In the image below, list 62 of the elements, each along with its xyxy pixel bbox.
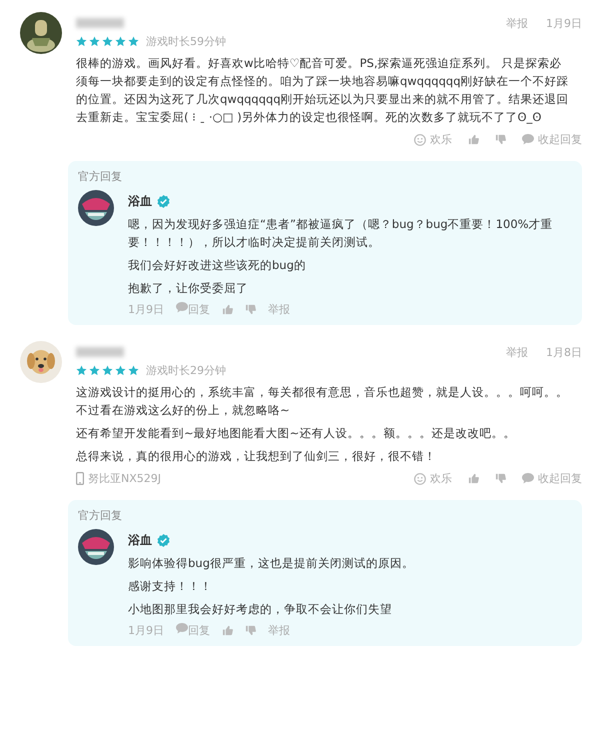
star-icon — [102, 365, 113, 376]
report-link[interactable]: 举报 — [506, 16, 528, 31]
speech-bubble-icon — [522, 134, 534, 145]
review-date: 1月9日 — [546, 16, 582, 31]
device-label: 努比亚NX529J — [88, 471, 162, 486]
section-label: 官方回复 — [78, 169, 123, 184]
star-icon — [115, 365, 126, 376]
review-text: 这游戏设计的挺用心的，系统丰富，每关都很有意思，音乐也超赞，就是人设。。。呵呵。。不过看在游戏这么好的份上，就忽略咯~ — [76, 384, 569, 419]
thumbs-down-icon[interactable] — [245, 625, 256, 636]
thumbs-down-icon[interactable] — [495, 134, 506, 145]
reply-link[interactable]: 回复 — [188, 302, 210, 317]
reply-link[interactable]: 回复 — [188, 623, 210, 638]
report-link[interactable]: 举报 — [506, 345, 528, 360]
reply-text: 小地图那里我会好好考虑的，争取不会让你们失望 — [128, 601, 393, 618]
star-icon — [89, 36, 100, 47]
review-text: 总得来说，真的很用心的游戏，让我想到了仙剑三，很好，很不错！ — [76, 448, 437, 465]
smiley-icon — [414, 472, 426, 484]
smiley-icon — [414, 134, 426, 146]
star-icon — [115, 36, 126, 47]
reply-text: 抱歉了，让你受委屈了 — [128, 280, 249, 297]
review-date: 1月8日 — [546, 345, 582, 360]
blurred-username — [76, 347, 124, 357]
reply-text: 影响体验得bug很严重，这也是提前关闭测试的原因。 — [128, 555, 415, 572]
avatar-illustration — [20, 12, 62, 54]
star-icon — [102, 36, 113, 47]
reply-date: 1月9日 — [128, 302, 164, 317]
star-icon — [128, 36, 139, 47]
review-text: 很棒的游戏。画风好看。好喜欢w比哈特♡配音可爱。PS,探索逼死强迫症系列。 只是探索必须每一块都要走到的设定有点怪怪的。咱为了踩一块地容易嘛qwqqqqqq刚好缺在一个不好踩的位置。还因为这死了几次qwqqqqqq刚开始玩还以为只要显出来的就不用管了。结果还退回去重新走。宝宝委屈( ⁝ ˍ ·○□ )另外体力的设定也很怪啊。死的次数多了就玩不了了ʘ_ʘ — [76, 55, 570, 126]
reply-text: 嗯，因为发现好多强迫症“患者”都被逼疯了（嗯？bug？bug不重要！100%才重要！！！！），所以才临时决定提前关闭测试。 — [128, 216, 554, 251]
report-link[interactable]: 举报 — [268, 302, 290, 317]
speech-bubble-icon — [522, 473, 534, 484]
mood-tag: 欢乐 — [430, 132, 452, 147]
thumbs-up-icon[interactable] — [222, 625, 233, 636]
thumbs-up-icon[interactable] — [222, 304, 233, 315]
thumbs-down-icon[interactable] — [245, 304, 256, 315]
author-name: 浴血 — [128, 192, 152, 210]
thumbs-up-icon[interactable] — [468, 134, 479, 145]
star-icon — [76, 36, 87, 47]
speech-bubble-icon — [176, 623, 188, 634]
star-icon — [76, 365, 87, 376]
reply-date: 1月9日 — [128, 623, 164, 638]
mood-tag: 欢乐 — [430, 471, 452, 486]
collapse-replies-link[interactable]: 收起回复 — [538, 132, 582, 147]
blurred-username — [76, 18, 124, 28]
report-link[interactable]: 举报 — [268, 623, 290, 638]
thumbs-up-icon[interactable] — [468, 473, 479, 484]
review-text: 还有希望开发能看到~最好地图能看大图~还有人设。。。额。。。还是改改吧。。 — [76, 425, 516, 442]
reply-text: 我们会好好改进这些该死的bug的 — [128, 257, 307, 274]
collapse-replies-link[interactable]: 收起回复 — [538, 471, 582, 486]
avatar-illustration — [78, 190, 114, 226]
star-icon — [128, 365, 139, 376]
phone-icon — [76, 472, 84, 485]
playtime-text: 游戏时长59分钟 — [146, 34, 226, 49]
reply-text: 感谢支持！！！ — [128, 578, 213, 595]
avatar-illustration — [78, 529, 114, 565]
star-icon — [89, 365, 100, 376]
playtime-text: 游戏时长29分钟 — [146, 363, 226, 378]
author-name: 浴血 — [128, 532, 152, 548]
section-label: 官方回复 — [78, 508, 123, 523]
avatar-dog-photo — [20, 341, 62, 383]
speech-bubble-icon — [176, 302, 188, 313]
thumbs-down-icon[interactable] — [495, 473, 506, 484]
